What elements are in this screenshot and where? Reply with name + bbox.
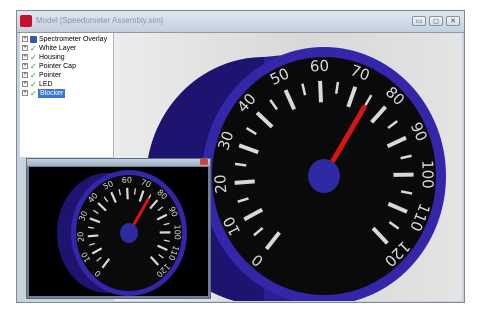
preview-needle-hub [120,223,138,243]
close-button[interactable]: ✕ [446,16,460,26]
tree-item-label: Housing [39,54,65,61]
preview-title-bar[interactable] [27,159,210,166]
expand-icon[interactable]: + [22,36,28,42]
minor-tick [87,226,94,229]
tick-label-100: 100 [173,225,182,240]
expand-icon[interactable]: + [22,54,28,60]
tree-item-housing[interactable]: + ✓ Housing [20,53,112,62]
check-icon[interactable]: ✓ [30,71,37,80]
minimize-button[interactable]: ▭ [412,16,426,26]
expand-icon[interactable]: + [22,72,28,78]
model-tree: + Spectrometer Overlay + ✓ White Layer +… [20,33,114,157]
expand-icon[interactable]: + [22,63,28,69]
assembly-icon [30,36,37,43]
minor-tick [234,162,247,167]
expand-icon[interactable]: + [22,81,28,87]
check-icon[interactable]: ✓ [30,89,37,98]
tree-item-label: LED [39,81,53,88]
tree-item-label: White Layer [39,45,77,52]
check-icon[interactable]: ✓ [30,80,37,89]
tree-item-blocker[interactable]: + ✓ Blocker [20,89,112,98]
tree-item-label: Blocker [38,89,66,98]
minor-tick [133,188,137,195]
tree-item-label: Pointer [39,72,62,79]
major-tick [87,234,99,238]
tree-item-pointer[interactable]: + ✓ Pointer [20,71,112,80]
minor-tick [334,81,340,94]
tick-label-20: 20 [211,174,230,194]
check-icon[interactable]: ✓ [30,44,37,53]
needle-hub [308,159,340,193]
app-icon [20,15,32,27]
tree-item-spectrometer-overlay[interactable]: + Spectrometer Overlay [20,35,112,44]
maximize-button[interactable]: ◻ [429,16,443,26]
title-bar[interactable]: Model [Speedometer Assembly.sim] ▭ ◻ ✕ [17,11,464,33]
window-title: Model [Speedometer Assembly.sim] [36,16,164,25]
check-icon[interactable]: ✓ [30,53,37,62]
major-tick [234,179,255,185]
tick-label-100: 100 [418,160,436,189]
model-window: Model [Speedometer Assembly.sim] ▭ ◻ ✕ +… [16,10,465,303]
check-icon[interactable]: ✓ [30,62,37,71]
tree-item-pointer-cap[interactable]: + ✓ Pointer Cap [20,62,112,71]
expand-icon[interactable]: + [22,90,28,96]
tree-item-label: Spectrometer Overlay [39,36,108,43]
tick-label-20: 20 [76,231,86,242]
preview-speedometer: 01020304050 60 708090100110120 [57,170,187,296]
tree-item-led[interactable]: + ✓ LED [20,80,112,89]
preview-window[interactable]: 0 10 20 30 40 50 60 70 80 90 100 110 120 [26,158,211,299]
preview-viewport[interactable]: 0 10 20 30 40 50 60 70 80 90 100 110 120 [29,167,208,296]
tree-item-label: Pointer Cap [39,63,76,70]
preview-close-button[interactable] [200,159,208,165]
major-tick [318,80,323,103]
expand-icon[interactable]: + [22,45,28,51]
tick-label-60: 60 [122,176,133,185]
tick-label-60: 60 [310,57,330,76]
tree-item-white-layer[interactable]: + ✓ White Layer [20,44,112,53]
